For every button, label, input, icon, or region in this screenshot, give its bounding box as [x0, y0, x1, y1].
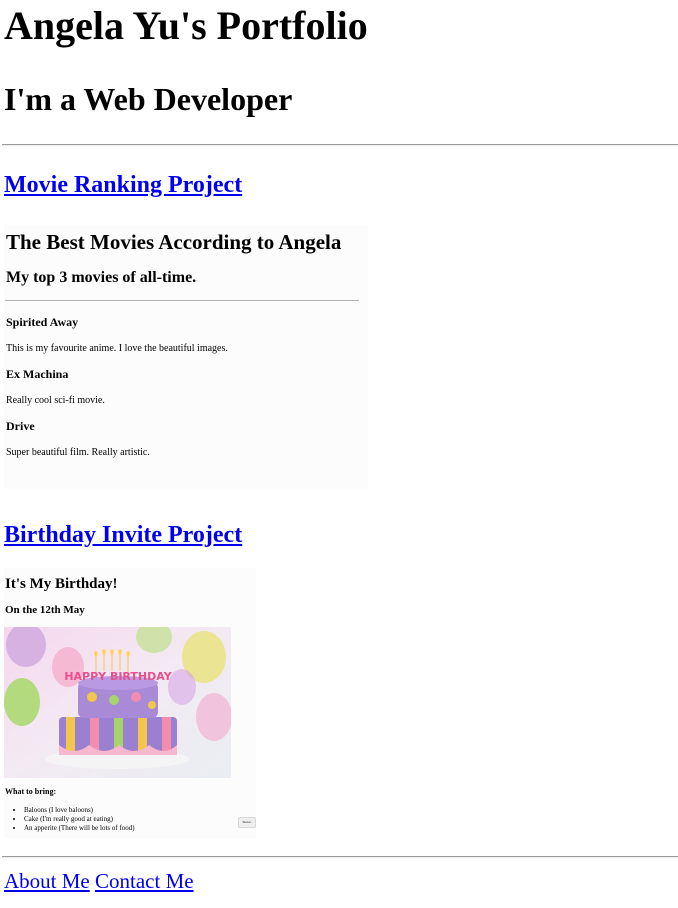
- contact-me-link[interactable]: Contact Me: [95, 868, 194, 894]
- about-me-link[interactable]: About Me: [4, 868, 90, 894]
- movie-description: Really cool sci-fi movie.: [6, 395, 105, 406]
- movie-preview-heading: The Best Movies According to Angela: [6, 230, 342, 254]
- page-subtitle: I'm a Web Developer: [4, 81, 293, 117]
- movie-description: This is my favourite anime. I love the b…: [6, 343, 228, 354]
- birthday-invite-project-link[interactable]: Birthday Invite Project: [4, 520, 242, 550]
- birthday-preview-date: On the 12th May: [5, 604, 85, 616]
- birthday-cake-image: HAPPY BIRTHDAY: [4, 627, 231, 778]
- divider-bottom: [2, 856, 678, 858]
- preview-button[interactable]: Button: [238, 817, 256, 828]
- movie-title: Drive: [6, 419, 35, 433]
- movie-project-preview: The Best Movies According to Angela My t…: [4, 225, 368, 489]
- birthday-project-preview: It's My Birthday! On the 12th May HAPPY …: [4, 568, 256, 838]
- divider-top: [2, 144, 678, 146]
- list-item: Cake (I'm really good at eating): [24, 815, 135, 824]
- list-item: An apperite (There will be lots of food): [24, 824, 135, 833]
- bring-list: Baloons (I love baloons) Cake (I'm reall…: [4, 806, 135, 833]
- page-title: Angela Yu's Portfolio: [4, 3, 368, 48]
- list-item: Baloons (I love baloons): [24, 806, 135, 815]
- movie-title: Spirited Away: [6, 315, 79, 329]
- birthday-preview-heading: It's My Birthday!: [5, 576, 118, 592]
- movie-title: Ex Machina: [6, 367, 69, 381]
- movie-ranking-project-link[interactable]: Movie Ranking Project: [4, 170, 242, 200]
- what-to-bring-label: What to bring:: [5, 787, 57, 796]
- movie-description: Super beautiful film. Really artistic.: [6, 447, 150, 458]
- movie-preview-divider: [5, 300, 359, 301]
- cake-topper-text: HAPPY BIRTHDAY: [64, 670, 172, 683]
- movie-preview-subheading: My top 3 movies of all-time.: [6, 269, 197, 286]
